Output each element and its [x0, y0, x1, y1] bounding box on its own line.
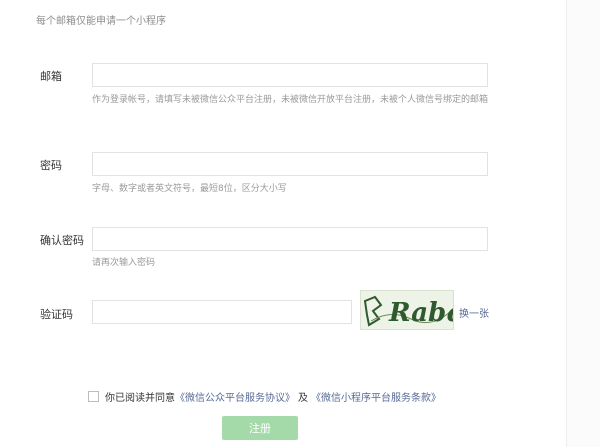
captcha-label: 验证码 [40, 308, 73, 321]
confirm-password-field[interactable] [92, 227, 488, 251]
agreement-prefix: 你已阅读并同意 [105, 392, 175, 404]
email-hint: 作为登录帐号，请填写未被微信公众平台注册，未被微信开放平台注册，未被个人微信号绑… [92, 95, 489, 105]
agreement-conj: 及 [298, 392, 308, 404]
email-label: 邮箱 [40, 70, 62, 83]
password-field[interactable] [92, 152, 488, 176]
miniprogram-terms-link[interactable]: 《微信小程序平台服务条款》 [311, 389, 441, 404]
confirm-password-label: 确认密码 [40, 234, 84, 247]
register-button[interactable]: 注册 [222, 416, 298, 440]
page-side-strip [566, 0, 600, 447]
password-hint: 字母、数字或者英文符号，最短8位，区分大小写 [92, 184, 287, 194]
intro-text: 每个邮箱仅能申请一个小程序 [36, 16, 166, 27]
service-agreement-link[interactable]: 《微信公众平台服务协议》 [175, 389, 295, 404]
email-field[interactable] [92, 63, 488, 87]
agreement-checkbox[interactable] [88, 390, 99, 402]
captcha-text: Rabq [388, 298, 454, 328]
password-label: 密码 [40, 159, 62, 172]
agreement-row: 你已阅读并同意 《微信公众平台服务协议》 及 《微信小程序平台服务条款》 [88, 389, 441, 404]
captcha-graphic: Rabq [363, 295, 454, 328]
captcha-image[interactable]: Rabq [360, 290, 454, 330]
captcha-field[interactable] [92, 300, 352, 324]
confirm-password-hint: 请再次输入密码 [92, 258, 156, 268]
captcha-noise-glyph [363, 295, 383, 327]
captcha-refresh-link[interactable]: 换一张 [459, 305, 489, 320]
